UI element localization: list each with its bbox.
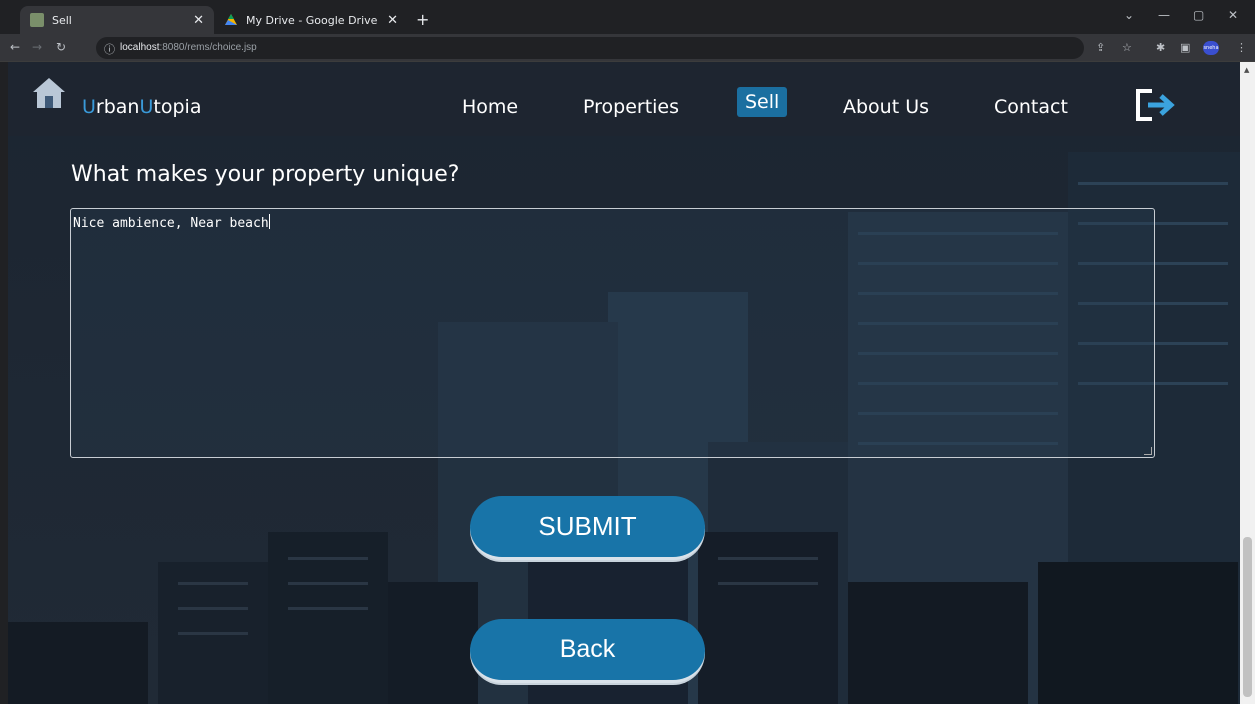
url-text: localhost:8080/rems/choice.jsp <box>120 42 257 53</box>
nav-sell[interactable]: Sell <box>737 87 788 117</box>
browser-tab-drive[interactable]: My Drive - Google Drive ✕ <box>214 6 408 34</box>
scroll-up-arrow-icon[interactable]: ▲ <box>1244 66 1249 74</box>
share-icon[interactable]: ⇪ <box>1096 41 1105 54</box>
nav-contact[interactable]: Contact <box>994 96 1068 118</box>
nav-home[interactable]: Home <box>462 96 518 118</box>
logout-icon[interactable] <box>1134 88 1178 126</box>
tab-title: Sell <box>52 13 72 27</box>
resize-handle-icon[interactable] <box>1144 447 1152 455</box>
browser-tab-bar: Sell ✕ My Drive - Google Drive ✕ + ⌄ — ▢… <box>0 0 1255 34</box>
browser-tab-sell[interactable]: Sell ✕ <box>20 6 214 34</box>
browser-menu-icon[interactable]: ⋮ <box>1236 41 1247 54</box>
page-scrollbar[interactable]: ▲ <box>1240 62 1255 704</box>
reload-icon[interactable]: ↻ <box>56 40 66 54</box>
house-logo-icon[interactable] <box>32 76 66 114</box>
profile-avatar[interactable]: sneha <box>1203 41 1219 55</box>
nav-about-us[interactable]: About Us <box>843 96 929 118</box>
nav-properties[interactable]: Properties <box>583 96 679 118</box>
brand-name[interactable]: UrbanUtopia <box>82 96 201 118</box>
tab-close-icon[interactable]: ✕ <box>193 13 204 28</box>
minimize-icon[interactable]: — <box>1158 8 1170 22</box>
maximize-icon[interactable]: ▢ <box>1193 8 1204 22</box>
bookmark-star-icon[interactable]: ☆ <box>1122 41 1132 54</box>
tab-close-icon[interactable]: ✕ <box>387 13 398 28</box>
scrollbar-thumb[interactable] <box>1243 537 1252 697</box>
google-drive-icon <box>224 13 238 27</box>
text-caret <box>268 214 270 229</box>
side-panel-icon[interactable]: ▣ <box>1180 41 1190 54</box>
tab-search-chevron-icon[interactable]: ⌄ <box>1124 8 1134 22</box>
textarea-value: Nice ambience, Near beach <box>73 216 269 231</box>
back-button[interactable]: Back <box>470 619 705 683</box>
browser-toolbar: ← → ↻ ⓘ localhost:8080/rems/choice.jsp ⇪… <box>0 34 1255 62</box>
question-label: What makes your property unique? <box>71 162 460 187</box>
site-header: UrbanUtopia Home Properties Sell About U… <box>8 62 1240 136</box>
submit-button[interactable]: SUBMIT <box>470 496 705 560</box>
forward-arrow-icon[interactable]: → <box>32 40 42 54</box>
new-tab-icon[interactable]: + <box>416 12 429 28</box>
window-close-icon[interactable]: ✕ <box>1228 8 1238 22</box>
back-arrow-icon[interactable]: ← <box>10 40 20 54</box>
page-favicon-icon <box>30 13 44 27</box>
site-info-icon[interactable]: ⓘ <box>104 41 115 57</box>
address-bar[interactable]: ⓘ localhost:8080/rems/choice.jsp <box>96 37 1084 59</box>
extensions-puzzle-icon[interactable]: ✱ <box>1156 41 1165 54</box>
tab-title: My Drive - Google Drive <box>246 13 378 27</box>
page-viewport: UrbanUtopia Home Properties Sell About U… <box>8 62 1240 704</box>
property-uniqueness-textarea[interactable]: Nice ambience, Near beach <box>70 208 1155 458</box>
